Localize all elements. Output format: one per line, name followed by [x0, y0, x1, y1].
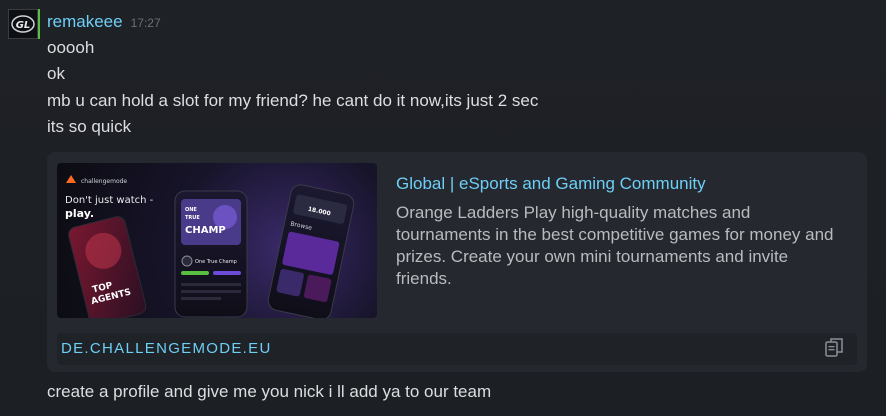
svg-text:ONE: ONE: [185, 207, 197, 213]
embed-thumbnail[interactable]: challengemode Don't just watch - play. T…: [57, 163, 377, 318]
embed-title-link[interactable]: Global | eSports and Gaming Community: [396, 174, 706, 194]
svg-text:play.: play.: [65, 207, 94, 220]
svg-text:CHAMP: CHAMP: [185, 225, 226, 236]
gl-logo-icon: GL: [11, 15, 35, 33]
copy-icon-glyph: [825, 338, 843, 357]
thumbnail-art: challengemode Don't just watch - play. T…: [65, 175, 355, 318]
message-line: mb u can hold a slot for my friend? he c…: [47, 91, 539, 110]
message-line: ok: [47, 64, 65, 83]
svg-text:challengemode: challengemode: [81, 178, 127, 185]
svg-text:One True Champ: One True Champ: [195, 259, 237, 265]
embed-description: Orange Ladders Play high-quality matches…: [396, 203, 834, 288]
phone-right: 18.000 Browse: [267, 184, 355, 318]
message-header: remakeee 17:27: [47, 12, 161, 32]
chat-message-group: GL remakeee 17:27 ooooh ok mb u can hold…: [0, 0, 886, 416]
avatar[interactable]: GL: [8, 9, 38, 39]
link-embed: challengemode Don't just watch - play. T…: [47, 152, 867, 372]
phone-left: TOP AGENTS: [68, 216, 147, 318]
embed-url-link[interactable]: DE.CHALLENGEMODE.EU: [61, 340, 272, 357]
svg-text:TRUE: TRUE: [185, 215, 200, 221]
svg-text:GL: GL: [16, 20, 31, 31]
online-status-bar: [38, 9, 40, 39]
message-line: create a profile and give me you nick i …: [47, 382, 492, 401]
copy-icon[interactable]: [823, 336, 847, 365]
phone-center: ONE TRUE CHAMP One True Champ: [174, 190, 248, 318]
timestamp: 17:27: [130, 16, 161, 30]
challengemode-logo-icon: [66, 175, 76, 183]
embed-url-bar: DE.CHALLENGEMODE.EU: [57, 333, 857, 365]
username[interactable]: remakeee: [47, 12, 123, 32]
svg-text:Don't just watch -: Don't just watch -: [65, 195, 154, 206]
message-line: its so quick: [47, 117, 132, 136]
message-line: ooooh: [47, 38, 95, 57]
